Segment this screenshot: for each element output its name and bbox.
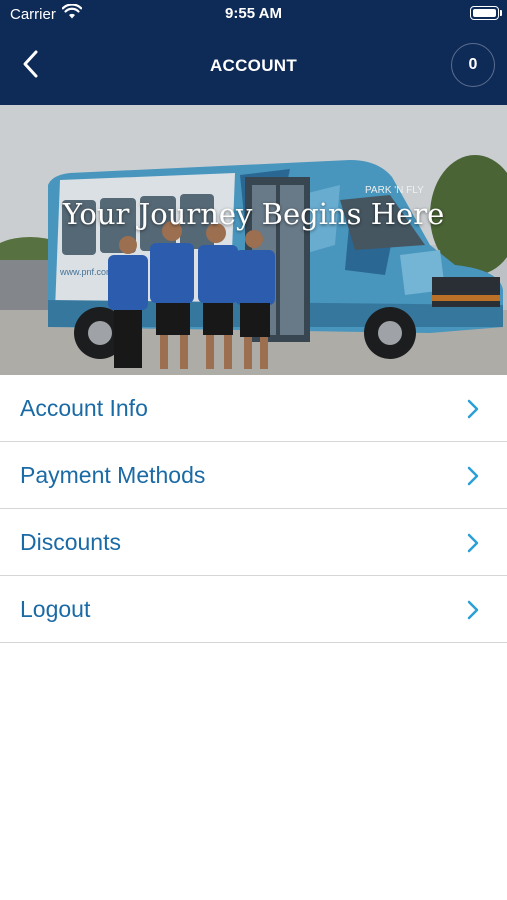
battery-icon xyxy=(470,6,499,20)
hero-banner: PARK 'N FLY www.pnf.com Your Journey Beg… xyxy=(0,105,507,375)
menu-item-payment-methods[interactable]: Payment Methods xyxy=(0,442,507,509)
status-bar: Carrier 9:55 AM xyxy=(0,0,507,28)
chevron-right-icon xyxy=(467,466,479,486)
menu-item-label: Payment Methods xyxy=(20,461,206,488)
clock: 9:55 AM xyxy=(225,5,282,22)
header: Carrier 9:55 AM ACCOUNT 0 xyxy=(0,0,507,105)
menu-item-account-info[interactable]: Account Info xyxy=(0,375,507,442)
chevron-right-icon xyxy=(467,533,479,553)
chevron-right-icon xyxy=(467,399,479,419)
menu-item-label: Logout xyxy=(20,595,91,622)
shuttle-bus-image: PARK 'N FLY www.pnf.com xyxy=(0,105,507,375)
menu-item-discounts[interactable]: Discounts xyxy=(0,509,507,576)
battery-tip xyxy=(500,10,502,16)
page-title: ACCOUNT xyxy=(209,56,298,75)
account-menu: Account Info Payment Methods Discounts L… xyxy=(0,375,507,643)
menu-item-label: Discounts xyxy=(20,528,121,555)
hero-title: Your Journey Begins Here xyxy=(62,197,445,231)
cart-count-badge[interactable]: 0 xyxy=(451,43,495,87)
chevron-right-icon xyxy=(467,600,479,620)
menu-item-logout[interactable]: Logout xyxy=(0,576,507,643)
nav-bar: ACCOUNT 0 xyxy=(0,28,507,105)
menu-item-label: Account Info xyxy=(20,394,148,421)
